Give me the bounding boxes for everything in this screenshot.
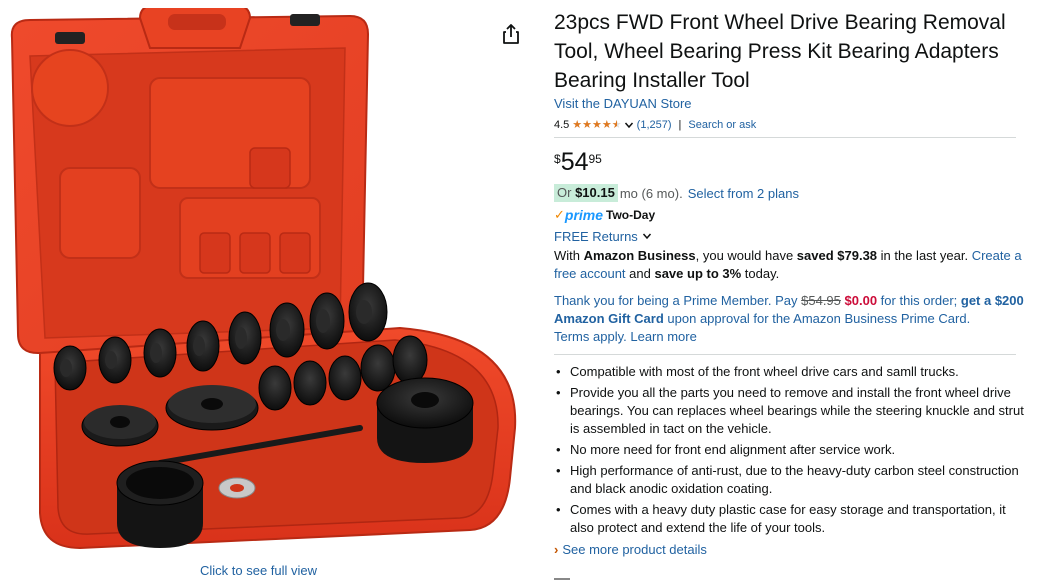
feature-bullets: Compatible with most of the front wheel … bbox=[554, 363, 1024, 537]
star-icon: ★ bbox=[601, 118, 612, 131]
chevron-down-icon bbox=[642, 233, 651, 240]
plan-amount: $10.15 bbox=[575, 185, 615, 200]
prime-logo: prime bbox=[564, 207, 604, 223]
business-text: and bbox=[625, 266, 655, 281]
product-image[interactable] bbox=[0, 8, 525, 556]
star-icon: ★ bbox=[592, 118, 602, 131]
business-text: With bbox=[554, 248, 584, 263]
terms-apply-link[interactable]: Terms apply. bbox=[554, 329, 627, 344]
store-link[interactable]: Visit the DAYUAN Store bbox=[554, 96, 1024, 111]
image-pane: Click to see full view bbox=[0, 0, 530, 581]
offer-text: for this order; bbox=[877, 293, 961, 308]
two-day-label: Two-Day bbox=[606, 208, 656, 222]
business-saved: saved $79.38 bbox=[796, 248, 878, 263]
see-more-details-link[interactable]: › See more product details bbox=[554, 540, 1024, 558]
list-item: No more need for front end alignment aft… bbox=[554, 441, 1024, 459]
prime-card-offer[interactable]: Thank you for being a Prime Member. Pay … bbox=[554, 292, 1024, 346]
price-fraction: 95 bbox=[588, 152, 602, 166]
rating-value: 4.5 bbox=[554, 119, 570, 131]
offer-text: Thank you for being a Prime Member. Pay bbox=[554, 293, 802, 308]
see-more-label: See more product details bbox=[562, 541, 707, 557]
business-save-up: save up to 3% bbox=[654, 266, 742, 281]
business-text: today. bbox=[741, 266, 780, 281]
list-item: Provide you all the parts you need to re… bbox=[554, 384, 1024, 438]
plan-badge: Or $10.15 bbox=[554, 184, 618, 202]
chevron-right-icon: › bbox=[554, 541, 559, 557]
list-item: Compatible with most of the front wheel … bbox=[554, 363, 1024, 381]
prime-badge: ✓ prime Two-Day bbox=[554, 206, 1024, 224]
product-title: 23pcs FWD Front Wheel Drive Bearing Remo… bbox=[554, 11, 1006, 92]
list-item: High performance of anti-rust, due to th… bbox=[554, 462, 1024, 498]
free-returns-label: FREE Returns bbox=[554, 228, 638, 244]
new-price: $0.00 bbox=[844, 293, 878, 308]
price: $ 54 95 bbox=[554, 148, 1024, 178]
old-price: $54.95 bbox=[801, 293, 841, 308]
or-label: Or bbox=[557, 185, 572, 200]
click-to-see-full-view-link[interactable]: Click to see full view bbox=[200, 563, 317, 578]
business-text: in the last year. bbox=[877, 248, 972, 263]
payment-plan-row: Or $10.15 mo (6 mo). Select from 2 plans bbox=[554, 184, 1024, 202]
prime-check-icon: ✓ bbox=[554, 207, 565, 222]
search-or-ask-link[interactable]: Search or ask bbox=[688, 119, 756, 131]
star-icon: ★ bbox=[582, 118, 593, 131]
free-returns-link[interactable]: FREE Returns bbox=[554, 227, 1024, 245]
divider bbox=[554, 137, 1016, 138]
product-info: 23pcs FWD Front Wheel Drive Bearing Remo… bbox=[554, 8, 1024, 558]
review-count-link[interactable]: (1,257) bbox=[637, 119, 672, 131]
rating-separator: | bbox=[678, 119, 682, 131]
rating-row: 4.5 ★ ★ ★ ★ ★ (1,257) | Search or ask bbox=[554, 117, 1024, 133]
learn-more-link[interactable]: Learn more bbox=[630, 329, 696, 344]
half-star-icon: ★ bbox=[611, 118, 622, 131]
chevron-down-icon[interactable] bbox=[624, 120, 634, 130]
star-rating[interactable]: ★ ★ ★ ★ ★ bbox=[572, 118, 622, 131]
business-brand: Amazon Business bbox=[583, 248, 696, 263]
plan-months: mo (6 mo). bbox=[619, 185, 683, 201]
divider bbox=[554, 354, 1016, 355]
business-text: , you would have bbox=[695, 248, 797, 263]
price-symbol: $ bbox=[554, 152, 561, 166]
scroll-indicator bbox=[554, 578, 570, 580]
business-offer: With Amazon Business, you would have sav… bbox=[554, 247, 1024, 283]
list-item: Comes with a heavy duty plastic case for… bbox=[554, 501, 1024, 537]
share-icon[interactable] bbox=[499, 22, 523, 46]
offer-text: upon approval for the Amazon Business Pr… bbox=[663, 311, 971, 326]
select-plans-link[interactable]: Select from 2 plans bbox=[688, 186, 799, 201]
price-whole: 54 bbox=[560, 148, 589, 176]
star-icon: ★ bbox=[572, 118, 583, 131]
